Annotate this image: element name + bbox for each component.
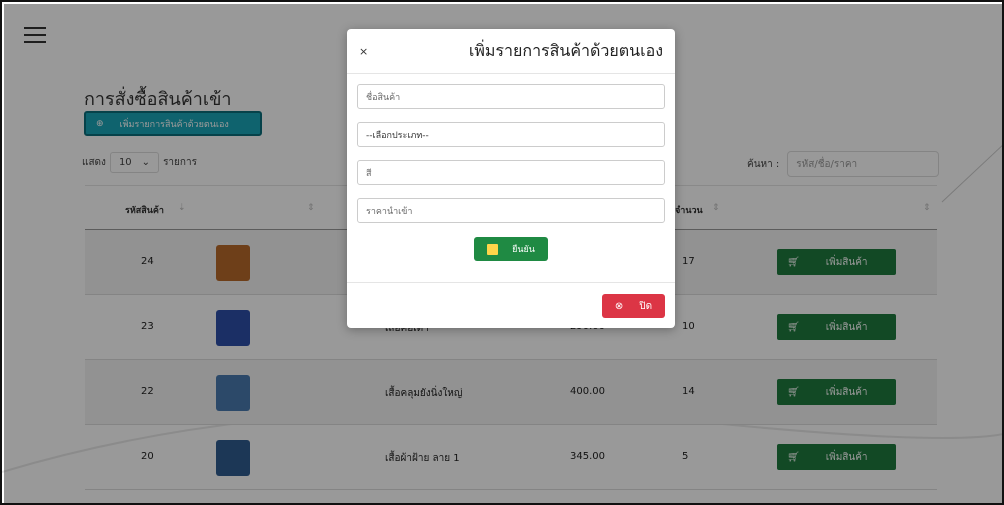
product-name-input[interactable]: ชื่อสินค้า — [357, 84, 665, 109]
modal-title: เพิ่มรายการสินค้าด้วยตนเอง — [468, 41, 663, 60]
app-frame: การสั่งซื้อสินค้าเข้า ⊕ เพิ่มรายการสินค้… — [0, 0, 1004, 505]
close-circle-icon: ⊗ — [614, 300, 624, 312]
close-label: ปิด — [639, 300, 653, 312]
save-icon — [487, 243, 499, 255]
manual-add-modal: × เพิ่มรายการสินค้าด้วยตนเอง ชื่อสินค้า … — [347, 29, 675, 328]
category-select[interactable]: --เลือกประเภท-- — [357, 122, 665, 147]
import-price-input[interactable]: ราคานำเข้า — [357, 198, 665, 223]
category-select-value: --เลือกประเภท-- — [366, 130, 429, 141]
close-button[interactable]: ⊗ ปิด — [602, 294, 665, 318]
confirm-label: ยืนยัน — [512, 245, 535, 255]
modal-footer: ⊗ ปิด — [347, 282, 675, 328]
confirm-button[interactable]: ยืนยัน — [474, 237, 548, 261]
import-price-placeholder: ราคานำเข้า — [366, 206, 413, 217]
product-name-placeholder: ชื่อสินค้า — [366, 92, 401, 103]
color-placeholder: สี — [366, 168, 372, 179]
color-input[interactable]: สี — [357, 160, 665, 185]
modal-header: × เพิ่มรายการสินค้าด้วยตนเอง — [347, 29, 675, 74]
close-icon[interactable]: × — [359, 45, 368, 58]
